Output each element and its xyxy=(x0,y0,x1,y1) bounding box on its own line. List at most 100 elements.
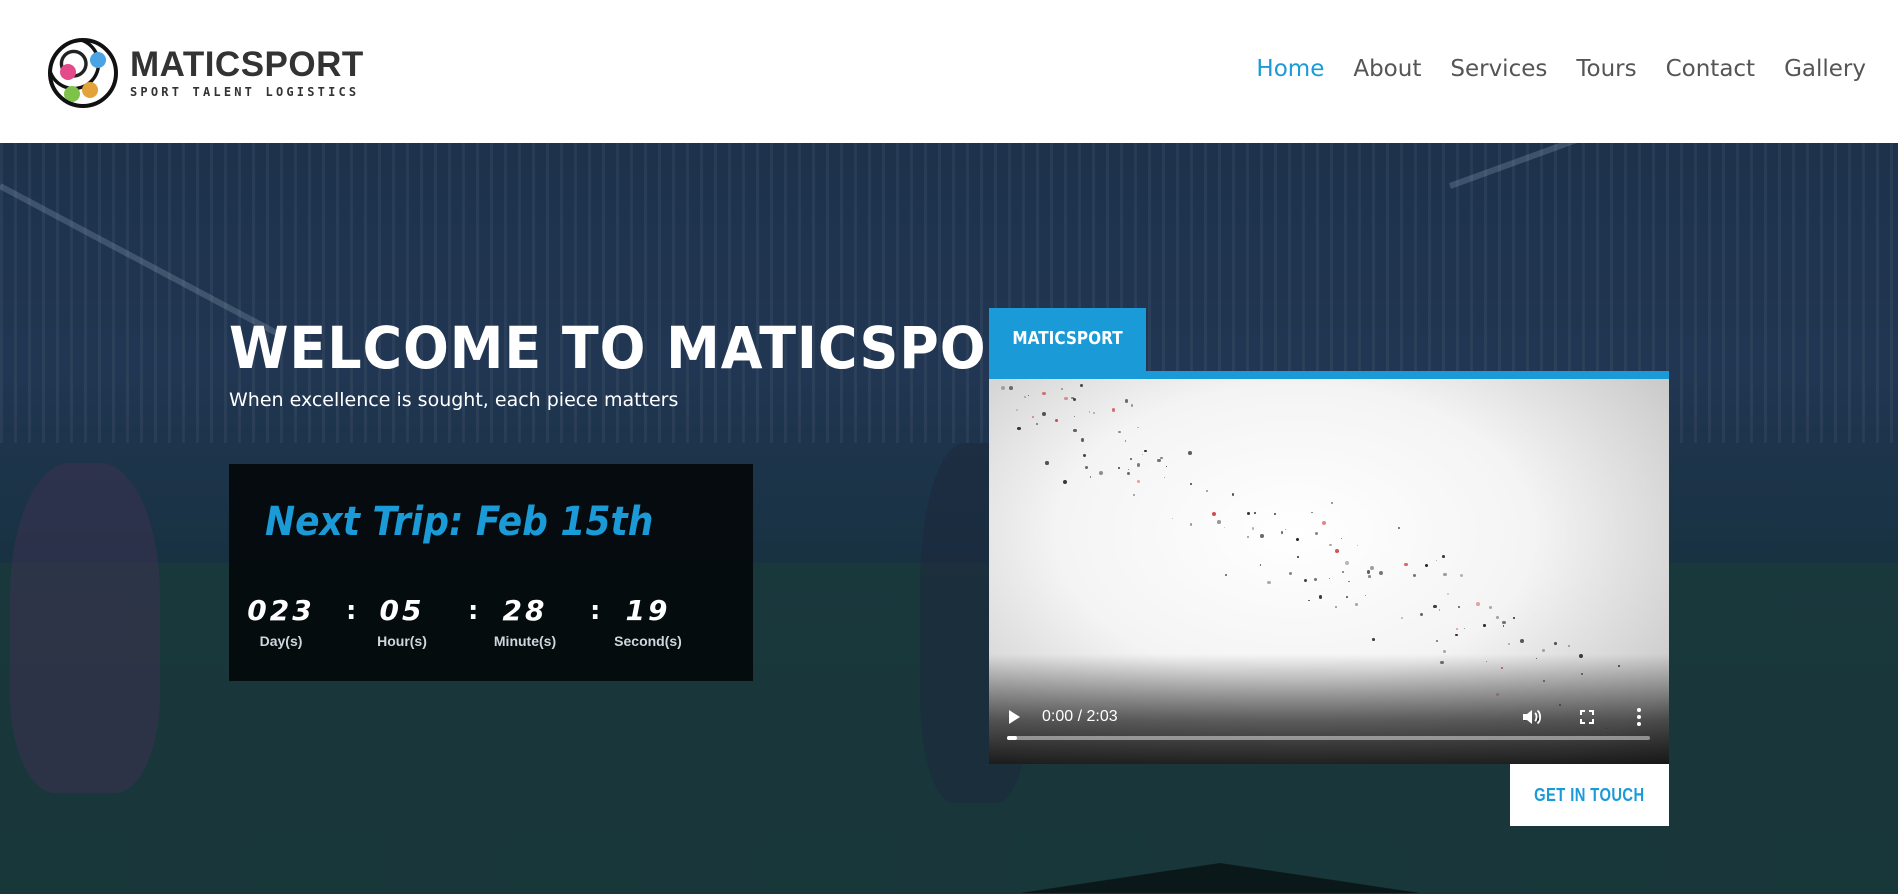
site-header: MATICSPORT SPORT TALENT LOGISTICS Home A… xyxy=(0,0,1898,143)
video-particle xyxy=(1036,423,1038,425)
video-particle xyxy=(1136,463,1141,467)
video-particle xyxy=(1260,534,1265,539)
video-particle xyxy=(1322,521,1327,526)
main-nav: Home About Services Tours Contact Galler… xyxy=(1256,54,1866,84)
video-particle xyxy=(1413,574,1416,577)
get-in-touch-button[interactable]: GET IN TOUCH xyxy=(1510,764,1669,826)
video-particle xyxy=(1341,537,1343,540)
video-particle xyxy=(1313,577,1317,581)
video-progress-track[interactable] xyxy=(1007,736,1650,740)
video-particle xyxy=(1433,604,1437,609)
video-particle xyxy=(1304,579,1308,583)
video-particle xyxy=(1370,566,1375,571)
video-particle xyxy=(1424,563,1429,568)
video-particle xyxy=(1017,426,1021,431)
video-particle xyxy=(1232,493,1235,496)
video-particle xyxy=(1435,559,1438,562)
countdown-value: 19 xyxy=(625,594,671,627)
video-particle xyxy=(1419,613,1423,617)
video-particle xyxy=(1190,483,1193,486)
video-particle xyxy=(1459,573,1463,577)
video-particle xyxy=(1400,616,1403,619)
video-particle xyxy=(1144,449,1147,453)
video-particle xyxy=(1124,440,1127,442)
more-vertical-icon[interactable] xyxy=(1636,707,1642,727)
video-particle xyxy=(1372,638,1375,641)
nav-item-home[interactable]: Home xyxy=(1256,54,1324,84)
video-particle xyxy=(1519,639,1524,644)
video-particle xyxy=(1085,465,1089,469)
video-particle xyxy=(1568,645,1571,648)
site-logo[interactable]: MATICSPORT SPORT TALENT LOGISTICS xyxy=(48,38,364,108)
video-particle xyxy=(1334,605,1338,609)
video-tab: MATICSPORT xyxy=(989,308,1146,372)
video-particle xyxy=(1111,408,1116,412)
video-particle xyxy=(1212,512,1217,517)
video-particle xyxy=(1512,616,1516,620)
video-particle xyxy=(1288,572,1292,576)
video-particle xyxy=(1224,573,1228,577)
video-particle xyxy=(1127,468,1129,470)
video-particle xyxy=(1354,603,1358,607)
video-particle xyxy=(1274,512,1276,515)
video-particle xyxy=(1217,520,1221,524)
nav-item-about[interactable]: About xyxy=(1353,54,1421,84)
video-particle xyxy=(1118,430,1121,433)
video-particle xyxy=(1246,512,1250,516)
countdown-value: 05 xyxy=(379,594,425,627)
video-particle xyxy=(1163,476,1166,479)
video-particle xyxy=(1092,411,1096,415)
nav-item-contact[interactable]: Contact xyxy=(1666,54,1755,84)
soccer-ball-logo-icon xyxy=(48,38,118,108)
video-progress-fill xyxy=(1007,736,1017,740)
video-particle xyxy=(1083,453,1087,457)
video-particle xyxy=(1328,577,1331,579)
video-particle xyxy=(1130,404,1133,407)
video-particle xyxy=(1080,438,1085,442)
video-player[interactable]: 0:00 / 2:03 xyxy=(989,379,1669,764)
video-particle xyxy=(1442,555,1445,558)
video-particle xyxy=(1129,457,1132,460)
get-in-touch-label: GET IN TOUCH xyxy=(1534,784,1645,805)
play-icon[interactable] xyxy=(1009,710,1020,724)
video-particle xyxy=(1267,580,1271,584)
video-particle xyxy=(1089,476,1092,478)
video-particle xyxy=(1027,395,1029,397)
video-particle xyxy=(1099,470,1104,475)
countdown-separator: : xyxy=(468,596,479,626)
video-particle xyxy=(1496,615,1500,619)
countdown-seconds: 19 Second(s) xyxy=(608,594,688,650)
video-particle xyxy=(1442,649,1447,654)
video-particle xyxy=(1157,458,1161,462)
video-accent-bar xyxy=(989,371,1669,379)
video-particle xyxy=(1031,415,1035,419)
video-particle xyxy=(1476,601,1481,606)
nav-item-services[interactable]: Services xyxy=(1450,54,1547,84)
video-particle xyxy=(1314,531,1319,536)
video-particle xyxy=(1502,620,1506,625)
fullscreen-icon[interactable] xyxy=(1580,710,1594,724)
video-particle xyxy=(1296,538,1300,542)
video-particle xyxy=(1055,419,1059,423)
hero-title: WELCOME TO MATICSPORT xyxy=(229,314,1065,382)
nav-item-gallery[interactable]: Gallery xyxy=(1784,54,1866,84)
video-particle xyxy=(1356,544,1359,547)
volume-icon[interactable] xyxy=(1523,709,1543,725)
video-particle xyxy=(1001,385,1006,390)
video-particle xyxy=(1133,494,1135,496)
video-particle xyxy=(1368,575,1371,578)
countdown-label: Hour(s) xyxy=(377,633,427,649)
countdown-hours: 05 Hour(s) xyxy=(362,594,442,650)
video-particle xyxy=(1457,605,1461,609)
video-particle xyxy=(1023,395,1026,398)
video-particle xyxy=(1117,466,1121,470)
hero-background-shape xyxy=(1020,863,1420,893)
video-particle xyxy=(1366,570,1371,574)
nav-item-tours[interactable]: Tours xyxy=(1576,54,1636,84)
video-particle xyxy=(1165,465,1168,468)
video-particle xyxy=(1072,397,1076,401)
countdown-days: 023 Day(s) xyxy=(241,594,321,650)
video-particle xyxy=(1502,625,1505,627)
video-particle xyxy=(1456,628,1458,630)
video-particle xyxy=(1246,536,1249,539)
